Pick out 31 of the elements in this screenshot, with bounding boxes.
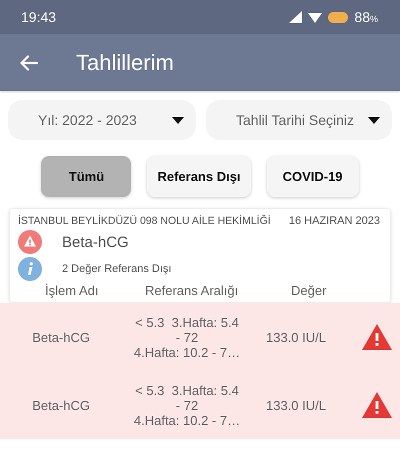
dropdown-caret-icon [172,116,184,124]
column-header: Referans Aralığı [145,283,240,298]
warning-icon [18,230,42,254]
facility-name: İSTANBUL BEYLİKDÜZÜ 098 NOLU AİLE HEKİMLİĞİ [18,215,271,227]
out-of-range-note: 2 Değer Referans Dışı [62,263,172,275]
signal-icon [289,11,302,23]
info-icon [18,257,42,281]
table-cell-text: 133.0 IU/L [266,398,327,412]
table-cell-text: Beta-hCG [31,330,90,344]
dropdown[interactable]: Yıl: 2022 - 2023 [8,100,196,140]
table-cell-text: 133.0 IU/L [266,330,327,344]
battery-icon [328,12,348,22]
filter-button[interactable]: Tümü [41,156,132,197]
dropdown-caret-icon [368,116,380,124]
warning-icon [362,392,392,418]
test-name: Beta-hCG [62,234,129,250]
screen-title: Tahlillerim [76,50,174,76]
warning-icon [362,324,392,350]
result-date: 16 HAZIRAN 2023 [288,215,380,227]
dropdown[interactable]: Tahlil Tarihi Seçiniz [206,100,392,140]
back-arrow-icon [20,54,38,70]
column-header: Değer [291,283,326,298]
table-cell-text: < 5.3 3.Hafta: 5.4 - 72 4.Hafta: 10.2 - 7… [132,382,242,428]
filter-button[interactable]: COVID-19 [266,156,359,197]
wifi-icon [308,11,322,23]
column-header: İşlem Adı [45,283,100,298]
status-time: 19:43 [21,9,56,25]
filter-button[interactable]: Referans Dışı [147,156,251,197]
table-cell-text: < 5.3 3.Hafta: 5.4 - 72 4.Hafta: 10.2 - 7… [132,314,242,360]
battery-level: 88% [354,9,378,25]
table-cell-text: Beta-hCG [31,398,90,412]
